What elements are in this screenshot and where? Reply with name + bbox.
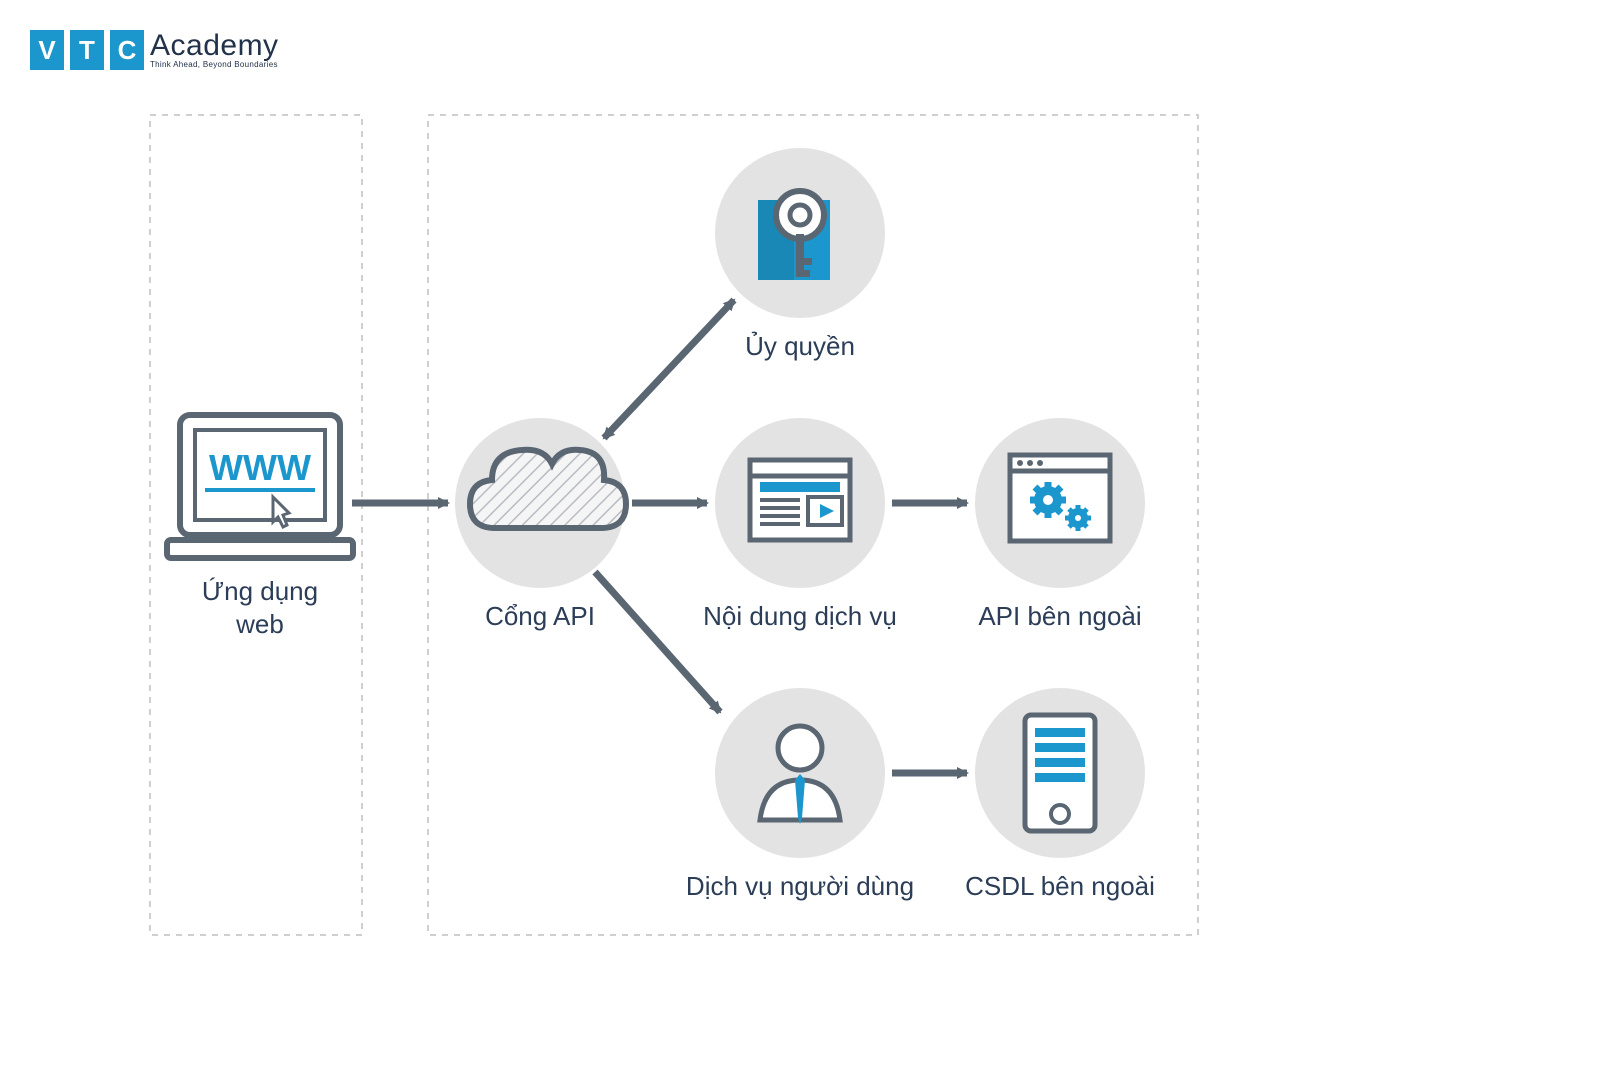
server-icon: [1025, 715, 1095, 831]
laptop-text: WWW: [209, 447, 311, 488]
label-webapp: Ứng dụng web: [160, 575, 360, 640]
label-user-service: Dịch vụ người dùng: [660, 870, 940, 903]
label-gateway: Cổng API: [455, 600, 625, 633]
cloud-icon: [470, 450, 626, 528]
label-service-content: Nội dung dịch vụ: [680, 600, 920, 633]
label-external-api: API bên ngoài: [950, 600, 1170, 633]
label-external-db: CSDL bên ngoài: [940, 870, 1180, 903]
gear-window-icon: [1010, 455, 1110, 541]
label-auth: Ủy quyền: [700, 330, 900, 363]
diagram-svg: WWW: [0, 0, 1600, 1067]
key-icon: [758, 191, 830, 280]
diagram-stage: V T C Academy Think Ahead, Beyond Bounda…: [0, 0, 1600, 1067]
browser-window-icon: [750, 460, 850, 540]
